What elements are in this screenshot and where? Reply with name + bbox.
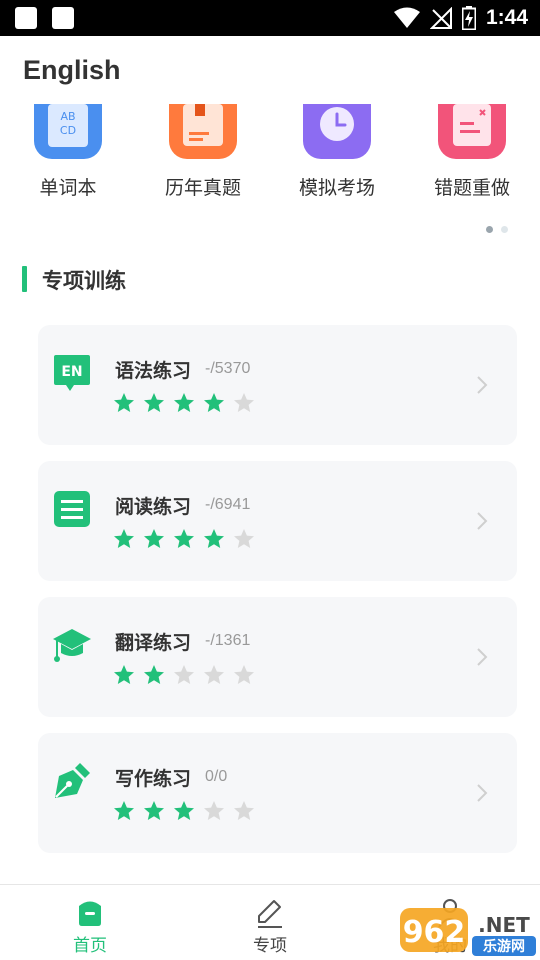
battery-icon <box>461 6 476 30</box>
status-bar: 1:44 <box>0 0 540 36</box>
svg-text:EN: EN <box>61 364 82 380</box>
category-carousel[interactable]: AB CD 单词本 历年真题 模拟考场 错题重做 <box>0 104 540 204</box>
section-title: 专项训练 <box>42 269 126 293</box>
chevron-right-icon <box>477 512 488 530</box>
star-filled-icon <box>144 393 164 412</box>
notification-icon-2 <box>52 7 74 29</box>
carousel-indicator <box>486 226 508 233</box>
practice-title: 阅读练习 <box>115 496 192 518</box>
practice-count: 0/0 <box>205 768 228 785</box>
star-rating <box>112 663 256 687</box>
star-filled-icon <box>144 801 164 820</box>
graduation-cap-icon <box>53 629 91 662</box>
practice-count: -/6941 <box>205 496 251 513</box>
star-filled-icon <box>144 529 164 548</box>
star-filled-icon <box>144 665 164 684</box>
chevron-right-icon <box>477 376 488 394</box>
watermark-text-3: 乐游网 <box>483 938 525 955</box>
category-vocabulary[interactable]: AB CD 单词本 <box>13 104 123 200</box>
wifi-icon <box>393 7 420 28</box>
practice-card-translation[interactable]: 翻译练习 -/1361 <box>38 597 517 717</box>
practice-title: 翻译练习 <box>115 632 192 654</box>
category-label: 历年真题 <box>164 177 241 199</box>
star-rating <box>112 391 256 415</box>
exam-book-icon <box>169 104 237 159</box>
category-label: 模拟考场 <box>298 177 375 199</box>
pencil-icon <box>258 900 282 928</box>
carousel-dot-active <box>486 226 493 233</box>
star-filled-icon <box>114 665 134 684</box>
star-empty-icon <box>234 801 254 820</box>
practice-card-reading[interactable]: 阅读练习 -/6941 <box>38 461 517 581</box>
section-accent-bar <box>22 266 27 292</box>
star-filled-icon <box>174 801 194 820</box>
tab-home[interactable]: 首页 <box>30 885 150 960</box>
alarm-clock-icon <box>303 104 371 159</box>
practice-count: -/5370 <box>205 360 251 377</box>
tab-special[interactable]: 专项 <box>210 885 330 960</box>
error-note-icon <box>438 104 506 159</box>
star-empty-icon <box>174 665 194 684</box>
chevron-right-icon <box>477 784 488 802</box>
tab-label: 专项 <box>253 936 287 956</box>
clock: 1:44 <box>485 6 528 29</box>
star-filled-icon <box>114 529 134 548</box>
category-label: 单词本 <box>39 177 97 199</box>
star-rating <box>112 799 256 823</box>
pen-nib-icon <box>55 763 90 798</box>
category-past-exams[interactable]: 历年真题 <box>148 104 258 200</box>
watermark-text-1: 962 <box>403 915 466 950</box>
star-filled-icon <box>174 393 194 412</box>
document-icon <box>54 491 90 527</box>
star-empty-icon <box>234 393 254 412</box>
practice-title: 写作练习 <box>115 768 192 790</box>
star-empty-icon <box>204 665 224 684</box>
star-filled-icon <box>204 393 224 412</box>
svg-text:CD: CD <box>60 124 76 137</box>
signal-off-icon <box>429 7 452 29</box>
star-filled-icon <box>114 393 134 412</box>
practice-title: 语法练习 <box>115 360 192 382</box>
page-title: English <box>23 55 121 85</box>
star-rating <box>112 527 256 551</box>
star-filled-icon <box>204 529 224 548</box>
en-chat-icon: EN <box>54 355 90 391</box>
chevron-right-icon <box>477 648 488 666</box>
abc-book-icon: AB CD <box>34 104 102 159</box>
home-icon <box>79 901 101 926</box>
star-empty-icon <box>204 801 224 820</box>
tab-label: 首页 <box>73 936 107 956</box>
carousel-dot <box>501 226 508 233</box>
watermark-logo: 962 .NET 乐游网 <box>400 908 536 956</box>
star-filled-icon <box>114 801 134 820</box>
practice-card-writing[interactable]: 写作练习 0/0 <box>38 733 517 853</box>
star-empty-icon <box>234 529 254 548</box>
svg-text:AB: AB <box>60 110 75 123</box>
watermark-text-2: .NET <box>478 913 530 937</box>
star-filled-icon <box>174 529 194 548</box>
category-mock-exam[interactable]: 模拟考场 <box>282 104 392 200</box>
star-empty-icon <box>234 665 254 684</box>
practice-card-grammar[interactable]: EN 语法练习 -/5370 <box>38 325 517 445</box>
practice-count: -/1361 <box>205 632 251 649</box>
notification-icon <box>15 7 37 29</box>
category-label: 错题重做 <box>433 177 510 199</box>
category-mistakes[interactable]: 错题重做 <box>417 104 527 200</box>
